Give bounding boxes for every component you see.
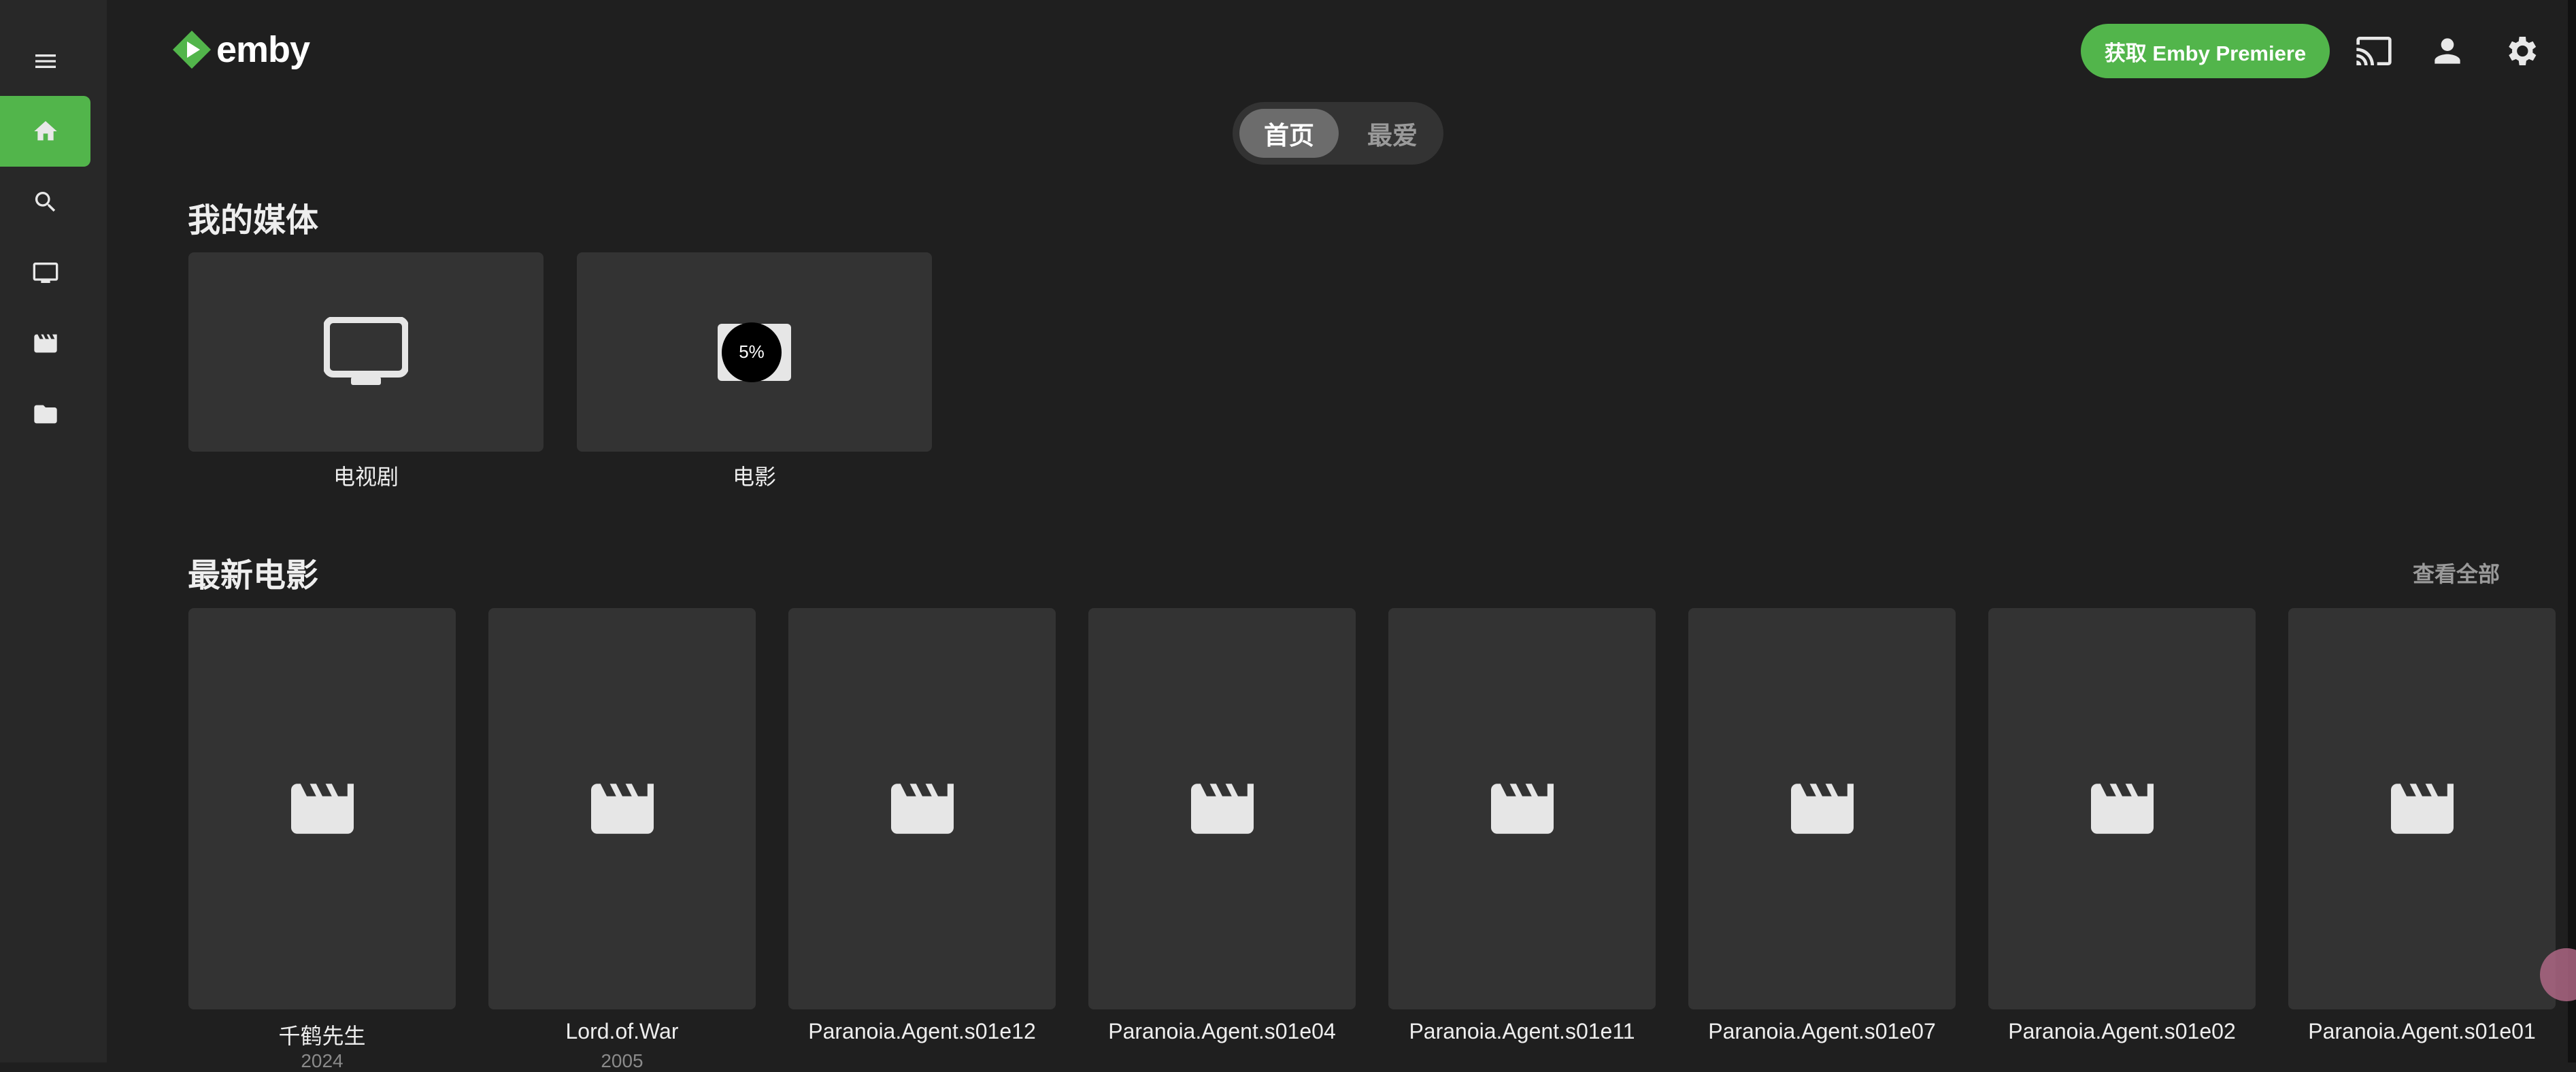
movie-title[interactable]: Paranoia.Agent.s01e07: [1688, 1019, 1956, 1044]
tab-favorites[interactable]: 最爱: [1348, 109, 1437, 158]
tab-home[interactable]: 首页: [1239, 109, 1339, 158]
folder-icon: [33, 405, 57, 424]
movie-poster[interactable]: [1988, 608, 2256, 1009]
movie-poster[interactable]: [1388, 608, 1656, 1009]
movie-title[interactable]: Paranoia.Agent.s01e12: [788, 1019, 1056, 1044]
movie-title[interactable]: Paranoia.Agent.s01e02: [1988, 1019, 2256, 1044]
page-scrollbar[interactable]: [2568, 0, 2576, 1062]
movie-icon: [890, 784, 954, 834]
movie-icon: [590, 784, 654, 834]
movie-poster[interactable]: [488, 608, 756, 1009]
sidebar-item-folders[interactable]: [0, 379, 90, 450]
view-all-link[interactable]: 查看全部: [2413, 557, 2500, 588]
sidebar-item-search[interactable]: [0, 167, 90, 237]
hamburger-icon: [35, 54, 56, 68]
library-progress: 5%: [714, 320, 795, 385]
library-card-tv[interactable]: [188, 252, 543, 452]
sidebar-item-movies[interactable]: [0, 308, 90, 379]
movie-icon: [1490, 784, 1554, 834]
latest-movies-title: 最新电影: [188, 558, 319, 594]
library-label-movies: 电影: [732, 465, 776, 489]
movie-title[interactable]: Paranoia.Agent.s01e11: [1388, 1019, 1656, 1044]
movie-year: 2005: [601, 1050, 643, 1071]
tv-icon: [33, 263, 58, 283]
home-tabs: 首页 最爱: [1233, 102, 1443, 165]
movie-poster[interactable]: [1688, 608, 1956, 1009]
movie-icon: [290, 784, 354, 834]
brand-name: emby: [216, 29, 310, 70]
movie-icon: [2390, 784, 2454, 834]
sidebar-item-home[interactable]: [0, 96, 90, 167]
settings-icon: [2509, 37, 2537, 65]
movie-year: 2024: [301, 1050, 344, 1071]
movie-poster[interactable]: [2288, 608, 2556, 1009]
get-premiere-button[interactable]: 获取 Emby Premiere: [2081, 24, 2330, 78]
emby-logo-icon: [173, 31, 211, 69]
library-card-movies[interactable]: 5%: [577, 252, 932, 452]
search-icon: [35, 192, 55, 212]
movie-poster[interactable]: [788, 608, 1056, 1009]
movie-title[interactable]: Paranoia.Agent.s01e04: [1088, 1019, 1356, 1044]
movie-icon: [1790, 784, 1854, 834]
movie-poster[interactable]: [188, 608, 456, 1009]
user-icon: [2435, 38, 2460, 64]
settings-button[interactable]: [2500, 31, 2541, 71]
emby-logo[interactable]: emby: [171, 29, 310, 71]
my-media-title: 我的媒体: [188, 203, 319, 239]
movie-title[interactable]: Lord.of.War: [488, 1019, 756, 1044]
sidebar-item-tv[interactable]: [0, 237, 90, 308]
user-button[interactable]: [2427, 31, 2468, 71]
library-label-tv: 电视剧: [333, 465, 399, 489]
movie-title[interactable]: Paranoia.Agent.s01e01: [2288, 1019, 2556, 1044]
menu-button[interactable]: [0, 26, 90, 97]
movie-icon: [33, 334, 57, 353]
sidebar: [0, 0, 107, 1062]
movie-poster[interactable]: [1088, 608, 1356, 1009]
cast-button[interactable]: [2354, 31, 2394, 71]
cast-icon: [2356, 37, 2392, 65]
movie-icon: [1190, 784, 1254, 834]
scan-progress-badge: 5%: [722, 322, 782, 382]
movie-icon: [2090, 784, 2154, 834]
tv-icon: [324, 316, 408, 385]
home-icon: [33, 121, 57, 141]
movie-title[interactable]: 千鹤先生: [188, 1019, 456, 1050]
